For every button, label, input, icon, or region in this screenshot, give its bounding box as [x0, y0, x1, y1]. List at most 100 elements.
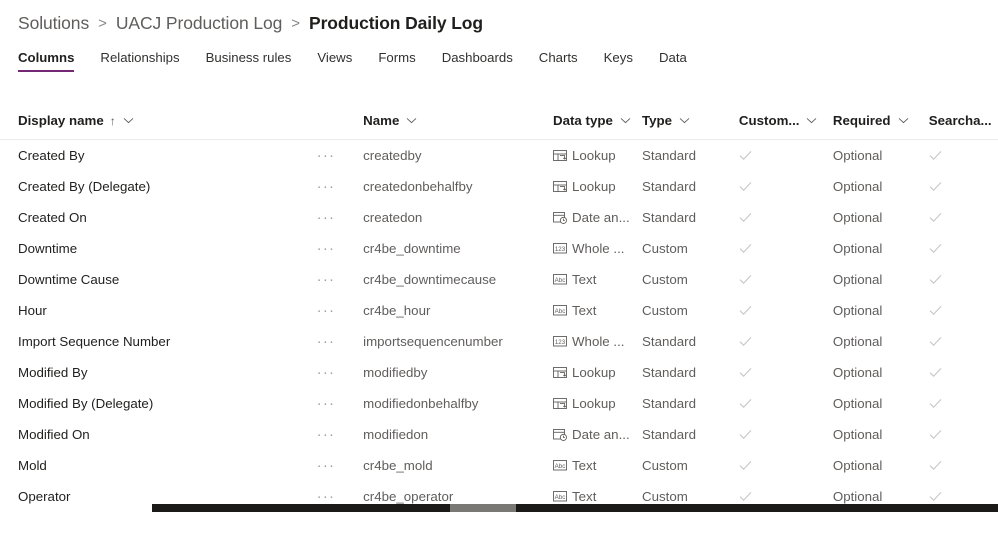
cell-searchable [929, 491, 998, 502]
column-header-label: Data type [553, 113, 613, 128]
table-row[interactable]: Created By (Delegate) ··· createdonbehalfb… [0, 171, 998, 202]
column-header-type[interactable]: Type [642, 113, 739, 128]
breadcrumb-item-1[interactable]: UACJ Production Log [116, 13, 282, 34]
tab-relationships[interactable]: Relationships [100, 50, 179, 72]
text-icon: Abc [553, 273, 567, 286]
cell-searchable [929, 274, 998, 285]
table-row[interactable]: Modified By ··· modifiedby Lookup Standard Op… [0, 357, 998, 388]
cell-customizable [739, 398, 833, 409]
lookup-icon [553, 149, 567, 162]
whole-number-icon: 123 [553, 335, 567, 348]
tab-forms[interactable]: Forms [378, 50, 415, 72]
cell-display-name: Created On [18, 210, 87, 225]
cell-data-type: Lookup [553, 148, 642, 163]
row-more-commands-button[interactable]: ··· [317, 333, 363, 350]
tab-views[interactable]: Views [317, 50, 352, 72]
cell-data-type-label: Whole ... [572, 334, 625, 349]
table-row[interactable]: Modified On ··· modifiedon Date an... Standa… [0, 419, 998, 450]
breadcrumb-separator: > [98, 14, 107, 32]
cell-searchable [929, 460, 998, 471]
tab-dashboards[interactable]: Dashboards [442, 50, 513, 72]
tab-business-rules[interactable]: Business rules [206, 50, 292, 72]
lookup-icon [553, 366, 567, 379]
column-header-searchable[interactable]: Searcha... [929, 113, 998, 128]
cell-type: Custom [642, 458, 688, 473]
row-more-commands-button[interactable]: ··· [317, 271, 363, 288]
row-more-commands-button[interactable]: ··· [317, 457, 363, 474]
cell-data-type-label: Date an... [572, 210, 630, 225]
table-row[interactable]: Modified By (Delegate) ··· modifiedonbehal… [0, 388, 998, 419]
table-row[interactable]: Downtime ··· cr4be_downtime 123 Whole ... Cus… [0, 233, 998, 264]
cell-data-type-label: Lookup [572, 179, 616, 194]
cell-type: Standard [642, 179, 696, 194]
cell-display-name: Modified On [18, 427, 90, 442]
column-header-label: Required [832, 113, 891, 128]
column-header-display_name[interactable]: Display name ↑ [18, 113, 363, 128]
column-header-data_type[interactable]: Data type [553, 113, 642, 128]
table-row[interactable]: Hour ··· cr4be_hour Abc Text Custom Optional [0, 295, 998, 326]
cell-required: Optional [832, 396, 883, 411]
cell-display-name: Downtime [18, 241, 78, 256]
row-more-commands-button[interactable]: ··· [317, 178, 363, 195]
tab-charts[interactable]: Charts [539, 50, 578, 72]
cell-required: Optional [832, 427, 883, 442]
svg-text:Abc: Abc [555, 277, 566, 284]
cell-data-type: Date an... [553, 210, 642, 225]
cell-customizable [739, 491, 833, 502]
tab-columns[interactable]: Columns [18, 50, 75, 72]
column-header-required[interactable]: Required [833, 113, 929, 128]
cell-customizable [739, 212, 833, 223]
cell-display-name: Operator [18, 489, 71, 504]
horizontal-scrollbar-thumb[interactable] [450, 504, 516, 512]
customizable-check-icon [739, 367, 752, 378]
cell-customizable [739, 336, 833, 347]
grid-header-row: Display name ↑ Name Data type Type Custom... R… [0, 102, 998, 140]
row-more-commands-button[interactable]: ··· [317, 426, 363, 443]
table-row[interactable]: Mold ··· cr4be_mold Abc Text Custom Optional [0, 450, 998, 481]
column-header-name[interactable]: Name [363, 113, 553, 128]
column-header-customizable[interactable]: Custom... [739, 113, 833, 128]
text-icon: Abc [553, 459, 567, 472]
table-row[interactable]: Import Sequence Number ··· importsequencen… [0, 326, 998, 357]
cell-display-name: Hour [18, 303, 47, 318]
cell-name: modifiedon [363, 427, 429, 442]
text-icon: Abc [553, 490, 567, 503]
breadcrumb-item-0[interactable]: Solutions [18, 13, 89, 34]
cell-searchable [929, 398, 998, 409]
cell-name: cr4be_downtimecause [363, 272, 497, 287]
tab-keys[interactable]: Keys [604, 50, 633, 72]
cell-display-name: Modified By (Delegate) [18, 396, 154, 411]
cell-name: cr4be_hour [363, 303, 431, 318]
customizable-check-icon [739, 429, 752, 440]
row-more-commands-button[interactable]: ··· [317, 209, 363, 226]
cell-data-type: Abc Text [553, 303, 642, 318]
searchable-check-icon [929, 429, 942, 440]
row-more-commands-button[interactable]: ··· [317, 364, 363, 381]
row-more-commands-button[interactable]: ··· [317, 395, 363, 412]
cell-data-type: Abc Text [553, 458, 642, 473]
breadcrumb-item-2: Production Daily Log [309, 12, 483, 33]
row-more-commands-button[interactable]: ··· [317, 302, 363, 319]
cell-type: Custom [642, 489, 688, 504]
grid-body: Created By ··· createdby Lookup Standard Opti… [0, 140, 998, 512]
cell-customizable [739, 460, 833, 471]
searchable-check-icon [929, 367, 942, 378]
horizontal-scrollbar[interactable] [152, 504, 998, 512]
tab-data[interactable]: Data [659, 50, 687, 72]
table-row[interactable]: Downtime Cause ··· cr4be_downtimecause Abc T… [0, 264, 998, 295]
cell-type: Standard [642, 365, 696, 380]
chevron-down-icon [679, 115, 690, 126]
cell-type: Standard [642, 148, 696, 163]
cell-data-type-label: Text [572, 458, 597, 473]
cell-type: Custom [642, 303, 688, 318]
row-more-commands-button[interactable]: ··· [317, 147, 363, 164]
cell-customizable [739, 274, 833, 285]
table-row[interactable]: Created On ··· createdon Date an... Standard… [0, 202, 998, 233]
cell-data-type: Lookup [553, 179, 642, 194]
cell-data-type: 123 Whole ... [553, 241, 642, 256]
row-more-commands-button[interactable]: ··· [317, 240, 363, 257]
cell-data-type-label: Text [572, 303, 597, 318]
row-more-commands-button[interactable]: ··· [317, 488, 363, 505]
breadcrumb-separator: > [291, 14, 301, 32]
table-row[interactable]: Created By ··· createdby Lookup Standard Opti… [0, 140, 998, 171]
